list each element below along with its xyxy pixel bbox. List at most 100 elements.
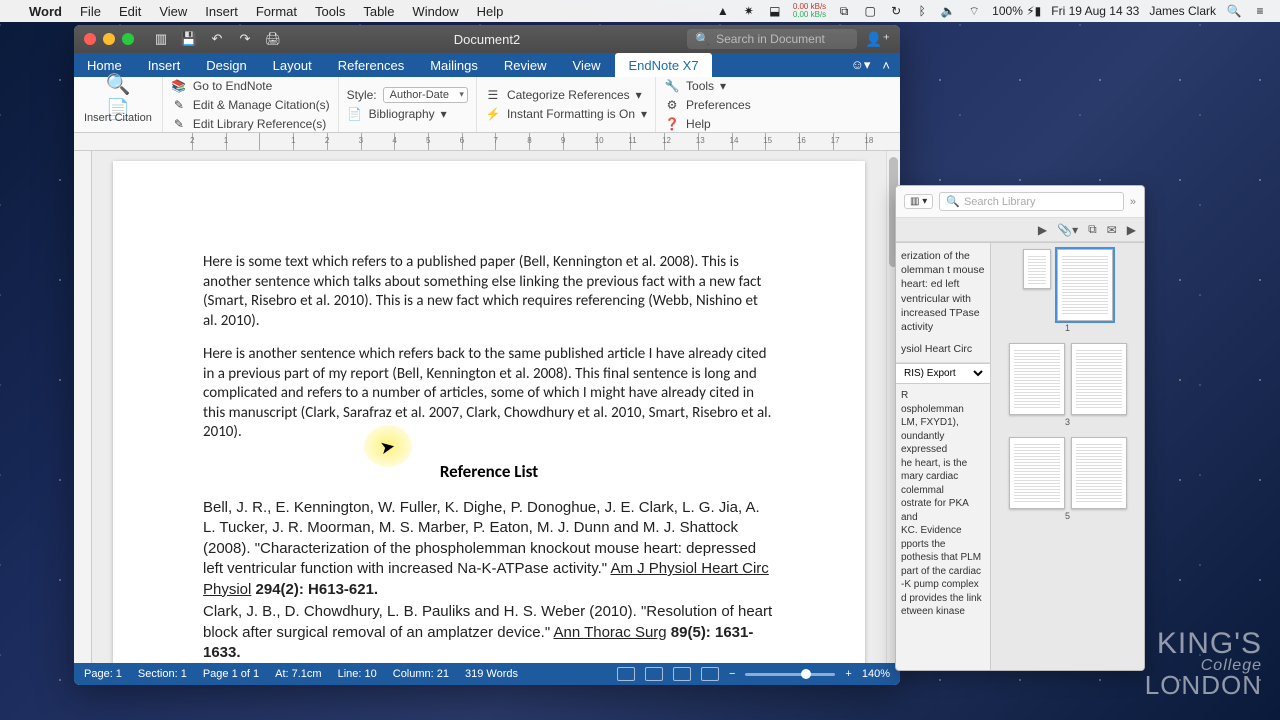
share-button[interactable]: 👤⁺ — [865, 31, 890, 48]
edit-library-reference-button[interactable]: ✎Edit Library Reference(s) — [171, 116, 330, 132]
pdf-thumbnail[interactable] — [1023, 249, 1051, 289]
expand-icon[interactable]: » — [1130, 196, 1136, 208]
notification-center-icon[interactable]: ≡ — [1252, 3, 1268, 19]
go-to-endnote-button[interactable]: 📚Go to EndNote — [171, 78, 330, 94]
feedback-icon[interactable]: ☺︎▾ — [851, 57, 871, 73]
status-line[interactable]: Line: 10 — [338, 668, 377, 680]
pdf-thumbnail[interactable] — [1009, 437, 1065, 509]
endnote-library-window: ▥ ▾ 🔍 Search Library » ▶ 📎▾ ⧉ ✉ ▶ erizat… — [895, 185, 1145, 671]
macos-menubar: Word File Edit View Insert Format Tools … — [0, 0, 1280, 22]
ribbon-tabs: Home Insert Design Layout References Mai… — [74, 53, 900, 77]
insert-citation-button[interactable]: 🔍📄 Insert Citation — [74, 77, 163, 132]
zoom-slider[interactable] — [745, 673, 835, 676]
airplay-icon[interactable]: ▢ — [862, 3, 878, 19]
outline-view-button[interactable] — [673, 667, 691, 681]
bibliography-button[interactable]: 📄Bibliography ▾ — [347, 106, 468, 122]
vertical-ruler[interactable] — [74, 151, 92, 663]
search-document-field[interactable]: 🔍 Search in Document — [687, 29, 857, 49]
menu-window[interactable]: Window — [403, 4, 467, 19]
clock[interactable]: Fri 19 Aug 14 33 — [1051, 4, 1139, 18]
redo-icon[interactable]: ↷ — [236, 30, 254, 48]
web-layout-view-button[interactable] — [645, 667, 663, 681]
window-minimize-button[interactable] — [103, 33, 115, 45]
menu-tools[interactable]: Tools — [306, 4, 354, 19]
next-icon[interactable]: ▶ — [1127, 223, 1136, 237]
pdf-thumbnail[interactable] — [1071, 437, 1127, 509]
document-area: Here is some text which refers to a publ… — [74, 151, 900, 663]
style-selector[interactable]: Style: Author-Date — [347, 87, 468, 103]
dropbox-icon[interactable]: ⬓ — [767, 3, 783, 19]
zoom-level[interactable]: 140% — [862, 668, 890, 680]
save-icon[interactable]: 💾 — [180, 30, 198, 48]
status-words[interactable]: 319 Words — [465, 668, 518, 680]
tab-mailings[interactable]: Mailings — [417, 53, 491, 77]
pdf-thumbnail[interactable] — [1057, 249, 1113, 321]
collapse-ribbon-icon[interactable]: ˄ — [882, 58, 890, 73]
undo-icon[interactable]: ↶ — [208, 30, 226, 48]
export-format-dropdown[interactable]: RIS) Export — [896, 363, 990, 384]
status-at[interactable]: At: 7.1cm — [275, 668, 321, 680]
status-page-of[interactable]: Page 1 of 1 — [203, 668, 259, 680]
zoom-in-button[interactable]: + — [845, 668, 851, 680]
print-layout-view-button[interactable] — [617, 667, 635, 681]
categorize-references-button[interactable]: ☰Categorize References ▾ — [485, 87, 647, 103]
tab-view[interactable]: View — [560, 53, 614, 77]
battery-status[interactable]: 100% ⚡︎▮ — [992, 4, 1041, 18]
app-name[interactable]: Word — [20, 4, 71, 19]
open-icon[interactable]: ⧉ — [1088, 222, 1097, 237]
status-section[interactable]: Section: 1 — [138, 668, 187, 680]
menu-table[interactable]: Table — [354, 4, 403, 19]
menu-format[interactable]: Format — [247, 4, 306, 19]
tab-review[interactable]: Review — [491, 53, 560, 77]
horizontal-ruler[interactable]: 21 123 456 789 101112 131415 161718 — [74, 133, 900, 151]
pdf-thumbnail[interactable] — [1071, 343, 1127, 415]
status-page[interactable]: Page: 1 — [84, 668, 122, 680]
tools-button[interactable]: 🔧Tools ▾ — [664, 78, 751, 94]
lightning-icon: ⚡ — [485, 106, 501, 122]
menu-edit[interactable]: Edit — [110, 4, 150, 19]
network-monitor[interactable]: 0.00 kB/s0.00 kB/s — [793, 3, 826, 19]
tab-layout[interactable]: Layout — [260, 53, 325, 77]
window-zoom-button[interactable] — [122, 33, 134, 45]
draft-view-button[interactable] — [701, 667, 719, 681]
status-column[interactable]: Column: 21 — [393, 668, 449, 680]
menu-extra-icon[interactable]: ✷ — [741, 3, 757, 19]
document-title: Document2 — [454, 32, 520, 47]
document-scroll[interactable]: Here is some text which refers to a publ… — [92, 151, 886, 663]
tab-design[interactable]: Design — [193, 53, 259, 77]
email-icon[interactable]: ✉ — [1107, 223, 1117, 237]
zoom-out-button[interactable]: − — [729, 668, 735, 680]
attach-icon[interactable]: 📎▾ — [1057, 223, 1078, 237]
reference-title: erization of the olemman t mouse heart: … — [901, 249, 985, 334]
help-button[interactable]: ❓Help — [664, 116, 751, 132]
tab-insert[interactable]: Insert — [135, 53, 194, 77]
pdf-thumbnail[interactable] — [1009, 343, 1065, 415]
reference-abstract: R ospholemman LM, FXYD1), oundantly expr… — [896, 384, 990, 670]
style-dropdown[interactable]: Author-Date — [383, 87, 468, 103]
menu-extra-icon[interactable]: ▲ — [715, 3, 731, 19]
print-icon[interactable]: 🖨 — [264, 30, 282, 48]
display-icon[interactable]: ⧉ — [836, 3, 852, 19]
search-library-field[interactable]: 🔍 Search Library — [939, 192, 1124, 211]
spotlight-icon[interactable]: 🔍 — [1226, 3, 1242, 19]
volume-icon[interactable]: 🔈 — [940, 3, 956, 19]
edit-manage-citations-button[interactable]: ✎Edit & Manage Citation(s) — [171, 97, 330, 113]
play-icon[interactable]: ▶ — [1038, 223, 1047, 237]
user-name[interactable]: James Clark — [1149, 4, 1216, 18]
timemachine-icon[interactable]: ↻ — [888, 3, 904, 19]
page[interactable]: Here is some text which refers to a publ… — [113, 161, 865, 663]
bluetooth-icon[interactable]: ᛒ — [914, 3, 930, 19]
menu-view[interactable]: View — [150, 4, 196, 19]
tab-references[interactable]: References — [325, 53, 417, 77]
preferences-button[interactable]: ⚙Preferences — [664, 97, 751, 113]
panel-layout-button[interactable]: ▥ ▾ — [904, 194, 933, 209]
menu-insert[interactable]: Insert — [196, 4, 247, 19]
menu-help[interactable]: Help — [468, 4, 513, 19]
window-close-button[interactable] — [84, 33, 96, 45]
tab-endnote[interactable]: EndNote X7 — [615, 53, 711, 77]
wifi-icon[interactable]: ⌔ — [966, 3, 982, 19]
pdf-thumbnail-list[interactable]: 1 3 5 — [991, 243, 1144, 670]
qat-layout-icon[interactable]: ▥ — [152, 30, 170, 48]
instant-formatting-button[interactable]: ⚡Instant Formatting is On ▾ — [485, 106, 647, 122]
menu-file[interactable]: File — [71, 4, 110, 19]
